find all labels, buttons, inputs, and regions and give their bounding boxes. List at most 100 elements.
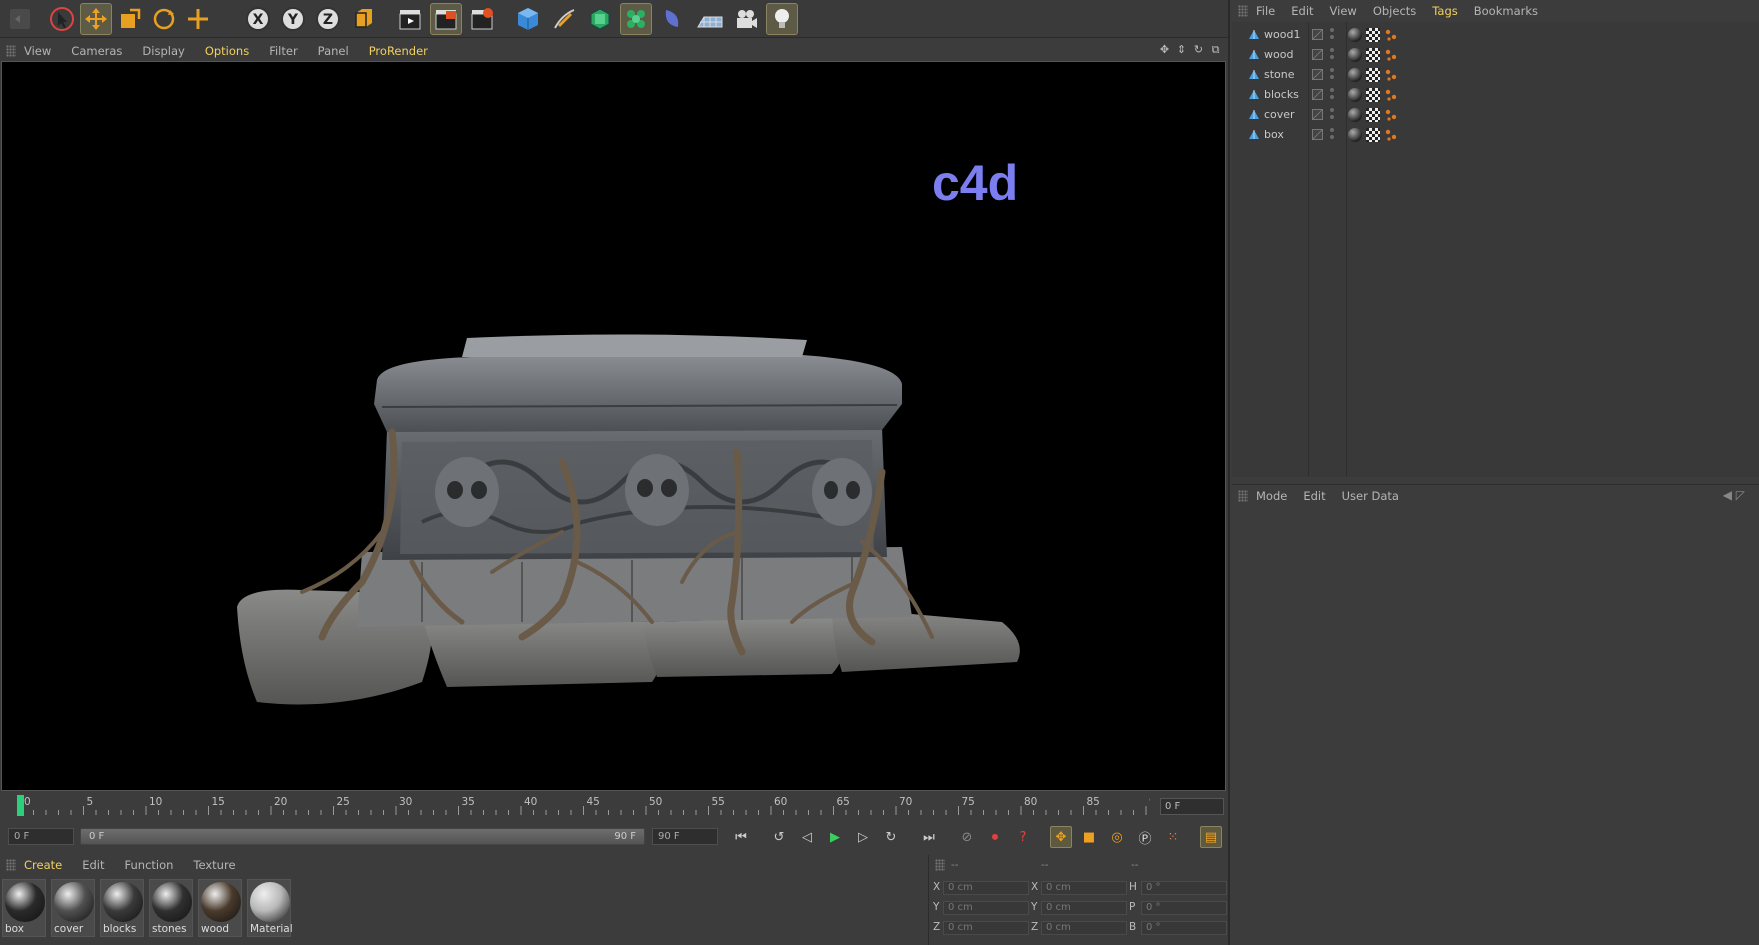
- start-frame-field[interactable]: 0 F: [8, 828, 74, 845]
- material-swatch[interactable]: box: [2, 879, 46, 937]
- subdivision-icon[interactable]: [584, 3, 616, 35]
- object-row[interactable]: cover: [1232, 105, 1759, 125]
- selection-tag-icon[interactable]: [1384, 68, 1398, 82]
- cube-icon[interactable]: [512, 3, 544, 35]
- object-name[interactable]: blocks: [1264, 88, 1299, 101]
- visibility-dots-icon[interactable]: [1330, 48, 1334, 62]
- menu-texture[interactable]: Texture: [193, 858, 235, 872]
- next-frame-icon[interactable]: ▷: [852, 826, 874, 848]
- orbit-icon[interactable]: ↻: [1192, 43, 1205, 56]
- pan-icon[interactable]: ✥: [1158, 43, 1171, 56]
- object-name[interactable]: cover: [1264, 108, 1295, 121]
- menu-function[interactable]: Function: [125, 858, 174, 872]
- rotation-field[interactable]: 0 °: [1141, 921, 1227, 935]
- object-row[interactable]: box: [1232, 125, 1759, 145]
- timeline-window-icon[interactable]: ▤: [1200, 826, 1222, 848]
- object-row[interactable]: wood: [1232, 45, 1759, 65]
- material-tag-icon[interactable]: [1348, 88, 1362, 102]
- undo-icon[interactable]: [4, 3, 36, 35]
- grip-icon[interactable]: [1238, 489, 1248, 502]
- timeline[interactable]: 0 5 10 15 20 25 30 35 40 45 50 55 60 65 70 75 80 85 90 0 F: [0, 793, 1230, 822]
- menu-user-data[interactable]: User Data: [1342, 489, 1399, 503]
- select-icon[interactable]: [46, 3, 78, 35]
- next-key-icon[interactable]: ↻: [880, 826, 902, 848]
- key-pla-icon[interactable]: ⁙: [1162, 826, 1184, 848]
- selection-tag-icon[interactable]: [1384, 88, 1398, 102]
- menu-objects[interactable]: Objects: [1373, 4, 1416, 18]
- menu-options[interactable]: Options: [205, 44, 249, 58]
- object-manager-list[interactable]: wood1 wood stone blocks cover box: [1232, 22, 1759, 477]
- 3d-viewport[interactable]: c4d: [1, 61, 1226, 791]
- material-tag-icon[interactable]: [1348, 108, 1362, 122]
- end-frame-field[interactable]: 90 F: [652, 828, 718, 845]
- key-rotation-icon[interactable]: ◎: [1106, 826, 1128, 848]
- rotation-field[interactable]: 0 °: [1141, 901, 1227, 915]
- object-row[interactable]: stone: [1232, 65, 1759, 85]
- menu-create[interactable]: Create: [24, 858, 62, 872]
- material-tag-icon[interactable]: [1348, 68, 1362, 82]
- deformer-icon[interactable]: [656, 3, 688, 35]
- key-scale-icon[interactable]: ■: [1078, 826, 1100, 848]
- menu-bookmarks[interactable]: Bookmarks: [1474, 4, 1538, 18]
- menu-filter[interactable]: Filter: [269, 44, 297, 58]
- layer-toggle-icon[interactable]: [1312, 69, 1323, 80]
- size-field[interactable]: 0 cm: [1041, 881, 1127, 895]
- object-row[interactable]: wood1: [1232, 25, 1759, 45]
- back-arrow-icon[interactable]: ◀ ◸: [1723, 488, 1745, 502]
- cloner-icon[interactable]: [620, 3, 652, 35]
- light-icon[interactable]: [766, 3, 798, 35]
- position-field[interactable]: 0 cm: [943, 881, 1029, 895]
- menu-edit[interactable]: Edit: [1303, 489, 1325, 503]
- frame-range-slider[interactable]: 0 F 90 F: [80, 828, 645, 845]
- dolly-icon[interactable]: ⇕: [1175, 43, 1188, 56]
- render-settings-icon[interactable]: [466, 3, 498, 35]
- uvw-tag-icon[interactable]: [1366, 28, 1380, 42]
- visibility-dots-icon[interactable]: [1330, 108, 1334, 122]
- menu-panel[interactable]: Panel: [318, 44, 349, 58]
- layer-toggle-icon[interactable]: [1312, 49, 1323, 60]
- playhead[interactable]: [17, 795, 24, 816]
- grip-icon[interactable]: [6, 44, 16, 57]
- size-field[interactable]: 0 cm: [1041, 901, 1127, 915]
- play-icon[interactable]: ▶: [824, 826, 846, 848]
- current-frame-field[interactable]: 0 F: [1160, 798, 1224, 815]
- live-select-icon[interactable]: [182, 3, 214, 35]
- uvw-tag-icon[interactable]: [1366, 128, 1380, 142]
- world-coord-icon[interactable]: [348, 3, 380, 35]
- rotate-icon[interactable]: [148, 3, 180, 35]
- prev-key-icon[interactable]: ↺: [768, 826, 790, 848]
- menu-prorender[interactable]: ProRender: [369, 44, 428, 58]
- material-swatch[interactable]: wood: [198, 879, 242, 937]
- layer-toggle-icon[interactable]: [1312, 129, 1323, 140]
- menu-view[interactable]: View: [1330, 4, 1357, 18]
- layer-toggle-icon[interactable]: [1312, 29, 1323, 40]
- layer-toggle-icon[interactable]: [1312, 109, 1323, 120]
- menu-view[interactable]: View: [24, 44, 51, 58]
- render-view-icon[interactable]: [394, 3, 426, 35]
- help-key-icon[interactable]: ?: [1012, 826, 1034, 848]
- position-field[interactable]: 0 cm: [943, 921, 1029, 935]
- material-tag-icon[interactable]: [1348, 128, 1362, 142]
- record-disabled-icon[interactable]: ⊘: [956, 826, 978, 848]
- rotation-field[interactable]: 0 °: [1141, 881, 1227, 895]
- material-swatch[interactable]: stones: [149, 879, 193, 937]
- material-tag-icon[interactable]: [1348, 48, 1362, 62]
- layer-toggle-icon[interactable]: [1312, 89, 1323, 100]
- floor-icon[interactable]: [694, 3, 726, 35]
- x-axis-icon[interactable]: X: [242, 3, 274, 35]
- size-field[interactable]: 0 cm: [1041, 921, 1127, 935]
- go-to-start-icon[interactable]: ⏮: [730, 826, 752, 848]
- key-position-icon[interactable]: ✥: [1050, 826, 1072, 848]
- menu-tags[interactable]: Tags: [1432, 4, 1457, 18]
- menu-display[interactable]: Display: [142, 44, 184, 58]
- camera-icon[interactable]: [730, 3, 762, 35]
- object-name[interactable]: wood1: [1264, 28, 1300, 41]
- material-swatch[interactable]: Material: [247, 879, 293, 937]
- menu-edit[interactable]: Edit: [82, 858, 104, 872]
- visibility-dots-icon[interactable]: [1330, 68, 1334, 82]
- grip-icon[interactable]: [1238, 5, 1248, 17]
- visibility-dots-icon[interactable]: [1330, 88, 1334, 102]
- z-axis-icon[interactable]: Z: [312, 3, 344, 35]
- render-picture-viewer-icon[interactable]: [430, 3, 462, 35]
- y-axis-icon[interactable]: Y: [277, 3, 309, 35]
